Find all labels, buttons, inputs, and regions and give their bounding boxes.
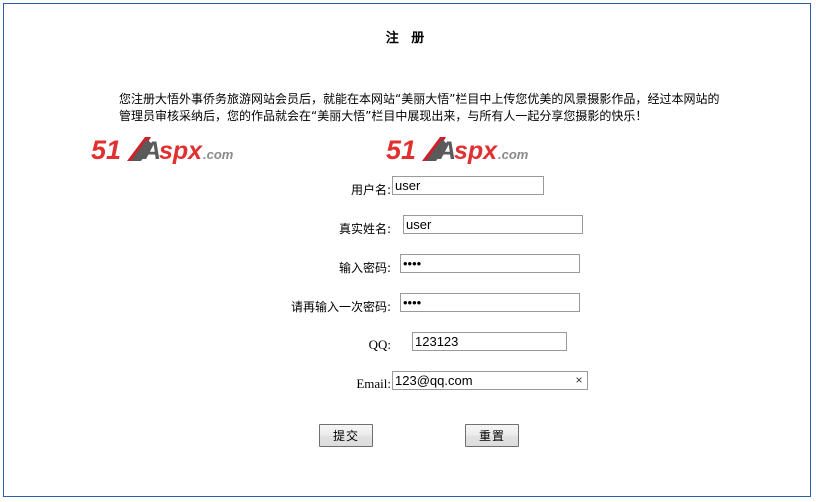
page-title: 注 册 — [385, 31, 429, 46]
svg-text:spx: spx — [454, 137, 498, 165]
form-row-password: 输入密码: — [11, 254, 803, 293]
qq-input[interactable] — [412, 332, 567, 351]
page-frame: 注 册 您注册大悟外事侨务旅游网站会员后，就能在本网站“美丽大悟”栏目中上传您优… — [3, 3, 811, 497]
label-qq: QQ: — [368, 337, 391, 352]
svg-text:51: 51 — [91, 135, 121, 165]
svg-text:spx: spx — [159, 137, 203, 165]
password-input[interactable] — [400, 254, 580, 273]
realname-input[interactable] — [403, 215, 583, 234]
email-input-wrapper: × — [11, 371, 803, 391]
51aspx-logo-left: 51 A spx .com — [91, 135, 234, 165]
password-confirm-input[interactable] — [400, 293, 580, 312]
submit-button[interactable]: 提交 — [319, 424, 373, 447]
email-input[interactable] — [392, 371, 588, 390]
51aspx-logo-right: 51 A spx .com — [386, 135, 529, 165]
clear-icon[interactable]: × — [572, 373, 586, 388]
label-password: 输入密码: — [338, 261, 391, 275]
reset-button[interactable]: 重置 — [465, 424, 519, 447]
intro-line-1: 您注册大悟外事侨务旅游网站会员后，就能在本网站“美丽大悟”栏目中上传您优美的风景… — [119, 92, 720, 106]
form-row-realname: 真实姓名: — [11, 215, 803, 254]
form-row-username: 用户名: — [11, 176, 803, 215]
logo-row: 51 A spx .com 51 A spx .com — [11, 135, 803, 171]
label-password-confirm: 请再输入一次密码: — [290, 300, 391, 314]
page-content: 注 册 您注册大悟外事侨务旅游网站会员后，就能在本网站“美丽大悟”栏目中上传您优… — [11, 11, 803, 489]
username-input[interactable] — [392, 176, 544, 195]
form-row-email: Email: × — [11, 371, 803, 410]
intro-paragraph: 您注册大悟外事侨务旅游网站会员后，就能在本网站“美丽大悟”栏目中上传您优美的风景… — [119, 91, 747, 125]
registration-form: 用户名: 真实姓名: 输入密码: 请再输入一次密码: QQ: Email: — [11, 176, 803, 410]
form-row-password-confirm: 请再输入一次密码: — [11, 293, 803, 332]
svg-text:51: 51 — [386, 135, 416, 165]
svg-text:.com: .com — [203, 147, 234, 162]
label-realname: 真实姓名: — [338, 222, 391, 236]
form-button-row: 提交 重置 — [11, 424, 803, 450]
intro-line-2: 管理员审核采纳后，您的作品就会在“美丽大悟”栏目中展现出来，与所有人一起分享您摄… — [119, 109, 648, 123]
label-username: 用户名: — [350, 183, 391, 197]
svg-text:.com: .com — [498, 147, 529, 162]
form-row-qq: QQ: — [11, 332, 803, 371]
